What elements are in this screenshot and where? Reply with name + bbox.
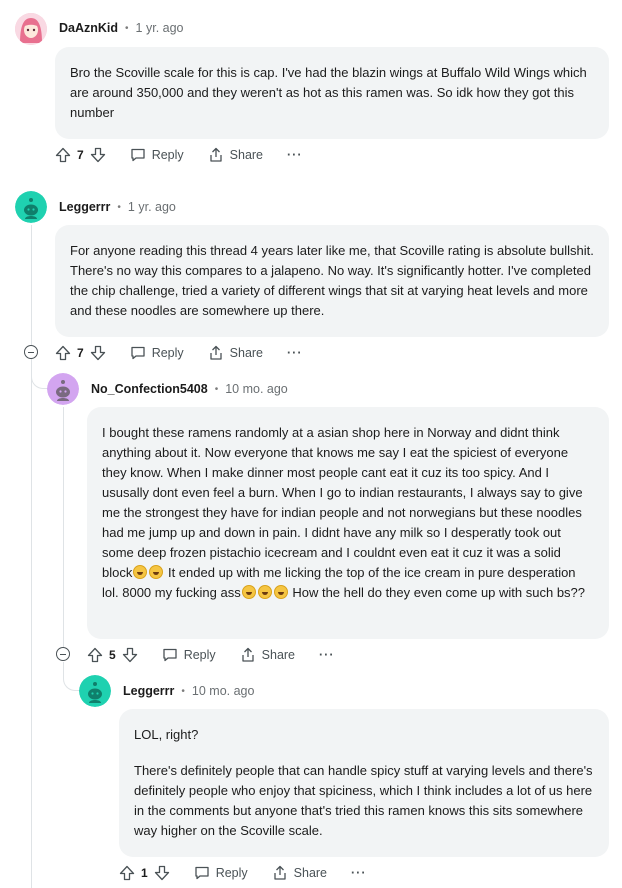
vote-score: 7 xyxy=(77,346,84,360)
comment-meta: Leggerrr • 1 yr. ago xyxy=(59,200,176,214)
comment-text: I bought these ramens randomly at a asia… xyxy=(102,425,583,580)
comment-body: I bought these ramens randomly at a asia… xyxy=(87,407,609,639)
teal-snoo-avatar-icon xyxy=(79,675,111,707)
avatar[interactable] xyxy=(79,675,111,707)
share-icon xyxy=(242,647,254,662)
laughing-emoji-icon xyxy=(149,565,164,579)
reply-icon xyxy=(131,148,145,162)
comment-paragraph: LOL, right? xyxy=(134,727,199,742)
avatar[interactable] xyxy=(15,191,47,223)
thread-line xyxy=(31,225,32,888)
share-icon xyxy=(210,345,222,360)
anime-girl-avatar-icon xyxy=(15,13,47,45)
comment-paragraph: I bought these ramens randomly at a asia… xyxy=(102,423,594,603)
username-link[interactable]: Leggerrr xyxy=(123,684,174,698)
more-options-button[interactable]: ··· xyxy=(287,148,303,162)
comment-actions: 5 Reply Share ··· xyxy=(87,643,335,667)
downvote-icon[interactable] xyxy=(90,147,106,163)
teal-snoo-avatar-icon xyxy=(15,191,47,223)
reply-icon xyxy=(195,866,209,880)
thread-elbow xyxy=(31,360,48,389)
more-options-button[interactable]: ··· xyxy=(351,866,367,880)
comment-meta: Leggerrr • 10 mo. ago xyxy=(123,684,254,698)
share-label: Share xyxy=(229,346,264,360)
reply-icon xyxy=(163,648,177,662)
comment-age[interactable]: 10 mo. ago xyxy=(192,684,255,698)
comment-actions: 7 Reply Share ··· xyxy=(55,143,303,167)
collapse-thread-button[interactable] xyxy=(24,345,38,359)
share-label: Share xyxy=(229,148,264,162)
share-label: Share xyxy=(261,648,296,662)
separator-dot: • xyxy=(125,22,129,34)
share-label: Share xyxy=(293,866,328,880)
comment-meta: No_Confection5408 • 10 mo. ago xyxy=(91,382,288,396)
reply-label: Reply xyxy=(215,866,248,880)
reply-label: Reply xyxy=(151,346,184,360)
comment-body: LOL, right? There's definitely people th… xyxy=(119,709,609,857)
comment-body: Bro the Scoville scale for this is cap. … xyxy=(55,47,609,139)
comment-actions: 7 Reply Share ··· xyxy=(55,341,303,365)
avatar[interactable] xyxy=(47,373,79,405)
more-options-button[interactable]: ··· xyxy=(287,346,303,360)
share-button[interactable]: Share xyxy=(208,345,263,361)
laughing-emoji-icon xyxy=(133,565,148,579)
reply-button[interactable]: Reply xyxy=(162,647,216,663)
separator-dot: • xyxy=(214,383,219,395)
downvote-icon[interactable] xyxy=(122,647,138,663)
share-button[interactable]: Share xyxy=(272,865,327,881)
separator-dot: • xyxy=(117,201,121,213)
comment-body: For anyone reading this thread 4 years l… xyxy=(55,225,609,337)
reply-button[interactable]: Reply xyxy=(194,865,248,881)
laughing-emoji-icon xyxy=(273,585,288,599)
downvote-icon[interactable] xyxy=(154,865,170,881)
upvote-icon[interactable] xyxy=(87,647,103,663)
comment-age[interactable]: 1 yr. ago xyxy=(136,21,184,35)
comment-age[interactable]: 10 mo. ago xyxy=(225,382,288,396)
share-button[interactable]: Share xyxy=(208,147,263,163)
comment-meta: DaAznKid • 1 yr. ago xyxy=(59,21,184,35)
username-link[interactable]: DaAznKid xyxy=(59,21,118,35)
comment-age[interactable]: 1 yr. ago xyxy=(128,200,176,214)
username-link[interactable]: Leggerrr xyxy=(59,200,110,214)
reply-button[interactable]: Reply xyxy=(130,345,184,361)
upvote-icon[interactable] xyxy=(55,147,71,163)
share-icon xyxy=(274,865,286,880)
more-options-button[interactable]: ··· xyxy=(319,648,335,662)
reply-button[interactable]: Reply xyxy=(130,147,184,163)
comment-text: How the hell do they even come up with s… xyxy=(288,585,586,600)
thread-elbow xyxy=(63,662,80,691)
upvote-icon[interactable] xyxy=(55,345,71,361)
vote-score: 7 xyxy=(77,148,84,162)
purple-snoo-avatar-icon xyxy=(47,373,79,405)
vote-score: 5 xyxy=(109,648,116,662)
share-button[interactable]: Share xyxy=(240,647,295,663)
username-link[interactable]: No_Confection5408 xyxy=(91,382,208,396)
comment-paragraph: For anyone reading this thread 4 years l… xyxy=(70,243,594,318)
vote-score: 1 xyxy=(141,866,148,880)
comment-paragraph: There's definitely people that can handl… xyxy=(134,763,593,838)
comment-actions: 1 Reply Share ··· xyxy=(119,861,367,885)
avatar[interactable] xyxy=(15,13,47,45)
comment-paragraph: Bro the Scoville scale for this is cap. … xyxy=(70,65,587,120)
downvote-icon[interactable] xyxy=(90,345,106,361)
collapse-thread-button[interactable] xyxy=(56,647,70,661)
reply-icon xyxy=(131,346,145,360)
thread-line xyxy=(63,407,64,654)
share-icon xyxy=(210,147,222,162)
laughing-emoji-icon xyxy=(241,585,256,599)
separator-dot: • xyxy=(181,685,185,697)
upvote-icon[interactable] xyxy=(119,865,135,881)
reply-label: Reply xyxy=(183,648,216,662)
reply-label: Reply xyxy=(151,148,184,162)
laughing-emoji-icon xyxy=(257,585,272,599)
